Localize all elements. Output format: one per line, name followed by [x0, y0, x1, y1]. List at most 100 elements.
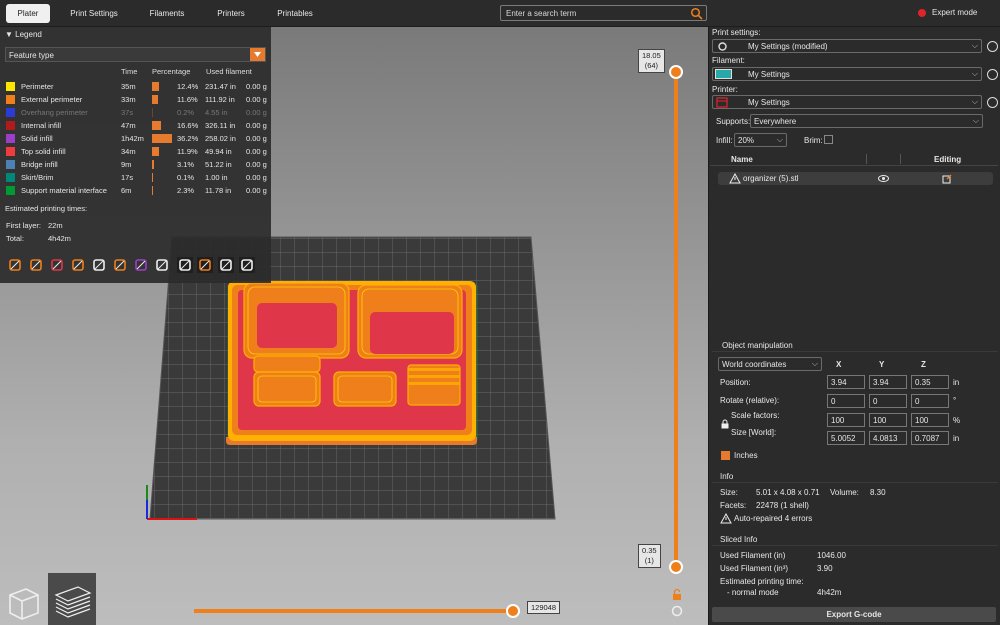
- warning-icon: [729, 173, 741, 184]
- color-changes-icon[interactable]: [133, 257, 149, 273]
- scale-field-z[interactable]: 100: [911, 413, 949, 427]
- printer-select[interactable]: My Settings ⌵: [712, 95, 982, 109]
- scale-field-x[interactable]: 100: [827, 413, 865, 427]
- seams-icon[interactable]: [91, 257, 107, 273]
- layer-slider-lower-thumb[interactable]: [669, 560, 683, 574]
- gear-icon[interactable]: [987, 97, 998, 108]
- shells-icon[interactable]: [218, 257, 234, 273]
- search-placeholder: Enter a search term: [506, 9, 577, 18]
- export-gcode-button[interactable]: Export G-code: [712, 607, 996, 622]
- size-field-y[interactable]: 4.0813: [869, 431, 907, 445]
- legend-title: Legend: [15, 30, 42, 39]
- legend-pct: 2.3%: [177, 186, 195, 195]
- estimated-times-title: Estimated printing times:: [5, 204, 88, 213]
- lock-icon[interactable]: [670, 588, 684, 602]
- legend-name: Top solid infill: [21, 147, 66, 156]
- legend-row[interactable]: Perimeter 35m 12.4% 231.47 in 0.00 g: [0, 80, 271, 93]
- preview-button[interactable]: [48, 573, 96, 625]
- tab-print-settings[interactable]: Print Settings: [62, 4, 126, 23]
- rotate-field-y[interactable]: 0: [869, 394, 907, 408]
- legend-row[interactable]: External perimeter 33m 11.6% 111.92 in 0.00 …: [0, 93, 271, 106]
- gear-icon[interactable]: [987, 41, 998, 52]
- used-in3-label: Used Filament (in³): [720, 564, 789, 573]
- legend-swatch: [6, 95, 15, 104]
- custom-gcodes-icon[interactable]: [177, 257, 193, 273]
- chevron-down-icon: ⌵: [971, 97, 978, 106]
- layer-slider-upper-thumb[interactable]: [669, 65, 683, 79]
- position-value: 0.35: [915, 378, 931, 387]
- scale-value: 100: [873, 416, 887, 425]
- gear-icon[interactable]: [987, 69, 998, 80]
- coordinates-select[interactable]: World coordinates ⌵: [718, 357, 822, 371]
- scale-field-y[interactable]: 100: [869, 413, 907, 427]
- coordinates-value: World coordinates: [722, 360, 787, 369]
- center-of-gravity-icon[interactable]: [197, 257, 213, 273]
- rotate-value: 0: [831, 397, 836, 406]
- deretractions-icon[interactable]: [70, 257, 86, 273]
- rotate-field-x[interactable]: 0: [827, 394, 865, 408]
- supports-select[interactable]: Everywhere ⌵: [750, 114, 983, 128]
- search-icon[interactable]: [690, 7, 703, 20]
- object-name: organizer (5).stl: [743, 174, 799, 183]
- lock-icon[interactable]: [720, 419, 730, 429]
- settings-icon[interactable]: [670, 604, 684, 618]
- layer-slider[interactable]: [674, 72, 678, 568]
- legend-swatch: [6, 160, 15, 169]
- axis-x-label: X: [836, 360, 842, 369]
- legend-row[interactable]: Internal infill 47m 16.6% 326.11 in 0.00 g: [0, 119, 271, 132]
- tab-printables[interactable]: Printables: [268, 4, 322, 23]
- tool-changes-icon[interactable]: [112, 257, 128, 273]
- legend-row[interactable]: Solid infill 1h42m 36.2% 258.02 in 0.00 g: [0, 132, 271, 145]
- legend-name: Solid infill: [21, 134, 53, 143]
- legend-pct: 0.1%: [177, 173, 195, 182]
- position-field-x[interactable]: 3.94: [827, 375, 865, 389]
- size-field-x[interactable]: 5.0052: [827, 431, 865, 445]
- legend-pct: 12.4%: [177, 82, 199, 91]
- tool-marker-icon[interactable]: [239, 257, 255, 273]
- position-label: Position:: [720, 378, 751, 387]
- wipe-icon[interactable]: [28, 257, 44, 273]
- position-field-y[interactable]: 3.94: [869, 375, 907, 389]
- legend-row[interactable]: Support material interface 6m 2.3% 11.78 in…: [0, 184, 271, 197]
- pause-prints-icon[interactable]: [154, 257, 170, 273]
- retractions-icon[interactable]: [49, 257, 65, 273]
- legend-length: 4.55 in: [205, 108, 228, 117]
- est-time-label: Estimated printing time:: [720, 577, 804, 586]
- legend-length: 258.02 in: [205, 134, 236, 143]
- move-slider-thumb[interactable]: [506, 604, 520, 618]
- legend-name: Support material interface: [21, 186, 107, 195]
- legend-row[interactable]: Bridge infill 9m 3.1% 51.22 in 0.00 g: [0, 158, 271, 171]
- legend-row[interactable]: Overhang perimeter 37s 0.2% 4.55 in 0.00 g: [0, 106, 271, 119]
- view-type-select[interactable]: Feature type: [5, 47, 266, 62]
- mode-label: Expert mode: [932, 8, 978, 17]
- search-input[interactable]: Enter a search term: [500, 5, 707, 21]
- tab-filaments[interactable]: Filaments: [140, 4, 194, 23]
- tab-plater[interactable]: Plater: [6, 4, 50, 23]
- object-list-item[interactable]: organizer (5).stl: [718, 172, 993, 185]
- legend-row[interactable]: Skirt/Brim 17s 0.1% 1.00 in 0.00 g: [0, 171, 271, 184]
- edit-icon[interactable]: [942, 174, 952, 184]
- legend-pct: 36.2%: [177, 134, 199, 143]
- size-field-z[interactable]: 0.7087: [911, 431, 949, 445]
- eye-icon[interactable]: [878, 174, 889, 183]
- inches-checkbox[interactable]: [721, 451, 730, 460]
- filament-color-swatch: [715, 69, 732, 79]
- axis-z-label: Z: [921, 360, 926, 369]
- travel-icon[interactable]: [7, 257, 23, 273]
- scale-label: Scale factors:: [731, 411, 780, 420]
- rotate-field-z[interactable]: 0: [911, 394, 949, 408]
- used-in3-value: 3.90: [817, 564, 833, 573]
- position-field-z[interactable]: 0.35: [911, 375, 949, 389]
- tab-printers[interactable]: Printers: [208, 4, 254, 23]
- legend-time: 1h42m: [121, 134, 144, 143]
- infill-select[interactable]: 20% ⌵: [734, 133, 787, 147]
- 3d-view-button[interactable]: [0, 573, 48, 625]
- print-settings-select[interactable]: My Settings (modified) ⌵: [712, 39, 982, 53]
- legend-name: Internal infill: [21, 121, 62, 130]
- legend-row[interactable]: Top solid infill 34m 11.9% 49.94 in 0.00 g: [0, 145, 271, 158]
- filament-select[interactable]: My Settings ⌵: [712, 67, 982, 81]
- col-used-filament: Used filament: [206, 67, 252, 76]
- move-slider[interactable]: [194, 609, 512, 613]
- legend-header[interactable]: ▼ Legend: [5, 30, 42, 39]
- brim-checkbox[interactable]: [824, 135, 833, 144]
